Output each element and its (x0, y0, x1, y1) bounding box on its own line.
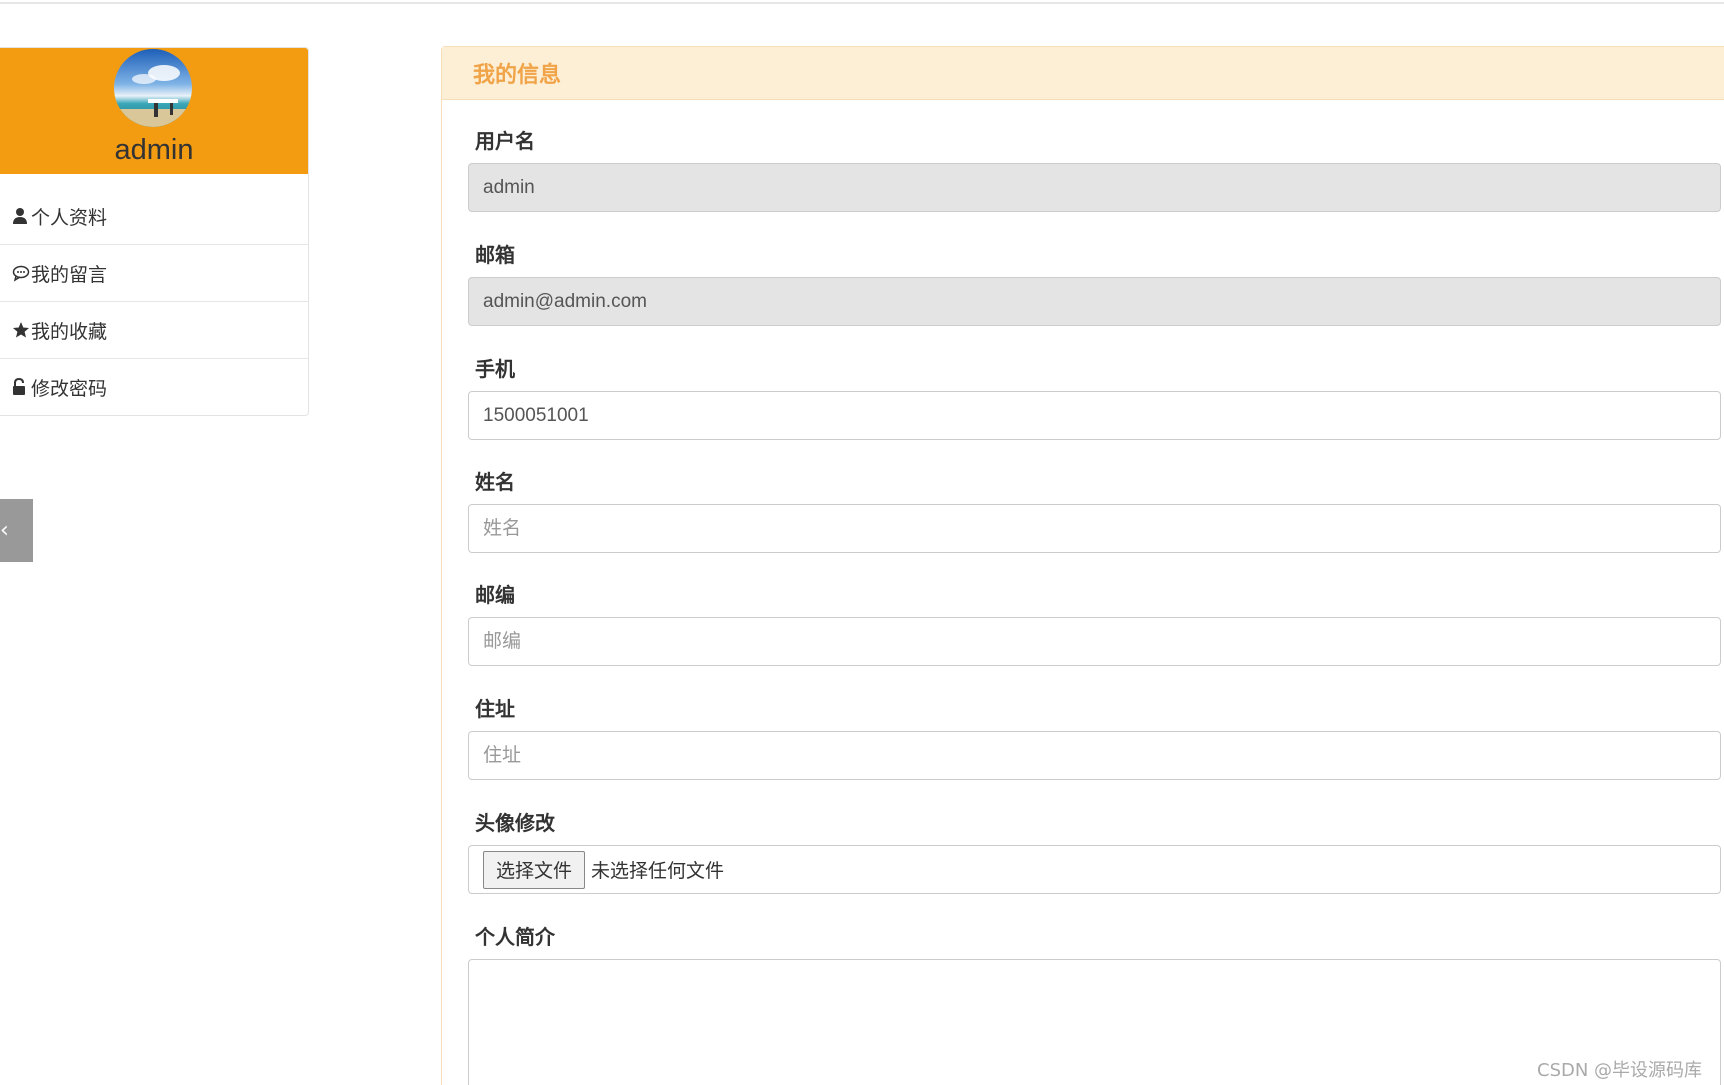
phone-field[interactable] (468, 391, 1721, 440)
user-icon (12, 207, 30, 225)
file-status: 未选择任何文件 (591, 860, 725, 882)
choose-file-button[interactable]: 选择文件 (483, 850, 586, 889)
avatar-label: 头像修改 (475, 811, 555, 835)
sidebar-item-password[interactable]: 修改密码 (0, 359, 308, 415)
email-label: 邮箱 (475, 243, 515, 267)
address-field[interactable] (468, 731, 1721, 780)
sidebar-menu: 个人资料 我的留言 我的收藏 修改密码 (0, 174, 308, 415)
panel-title: 我的信息 (442, 47, 1724, 100)
watermark: CSDN @毕设源码库 (1537, 1060, 1703, 1081)
address-label: 住址 (475, 697, 515, 721)
zipcode-label: 邮编 (475, 583, 515, 607)
lock-icon (12, 378, 30, 396)
avatar (114, 49, 192, 127)
star-icon (12, 321, 30, 339)
sidebar-item-profile[interactable]: 个人资料 (0, 188, 308, 245)
phone-label: 手机 (475, 357, 515, 381)
email-field[interactable] (468, 277, 1721, 326)
bio-textarea[interactable] (468, 959, 1721, 1085)
sidebar: admin 个人资料 我的留言 我的收藏 修改密码 (0, 47, 309, 416)
side-collapse-tab[interactable]: ‹ (0, 499, 33, 562)
sidebar-item-messages[interactable]: 我的留言 (0, 245, 308, 302)
comment-icon (12, 264, 30, 282)
my-info-panel: 我的信息 用户名 邮箱 手机 姓名 邮编 住址 头像修改 选择文件 未选择任何文… (441, 46, 1724, 1085)
profile-header: admin (0, 48, 308, 174)
zipcode-field[interactable] (468, 617, 1721, 666)
profile-username: admin (114, 134, 194, 166)
sidebar-item-label: 我的收藏 (31, 320, 108, 343)
name-label: 姓名 (475, 470, 515, 494)
username-label: 用户名 (475, 129, 535, 153)
page: admin 个人资料 我的留言 我的收藏 修改密码 ‹ 我的信息 用户名 adm… (0, 0, 1724, 1085)
bio-label: 个人简介 (475, 925, 555, 949)
sidebar-item-label: 个人资料 (31, 206, 108, 229)
top-divider (0, 2, 1724, 4)
sidebar-item-label: 我的留言 (31, 263, 108, 286)
avatar-file-input: 选择文件 未选择任何文件 (468, 845, 1721, 894)
username-field[interactable] (468, 163, 1721, 212)
name-field[interactable] (468, 504, 1721, 553)
chevron-left-icon: ‹ (0, 518, 9, 543)
sidebar-item-label: 修改密码 (31, 377, 108, 400)
sidebar-item-favorites[interactable]: 我的收藏 (0, 302, 308, 359)
